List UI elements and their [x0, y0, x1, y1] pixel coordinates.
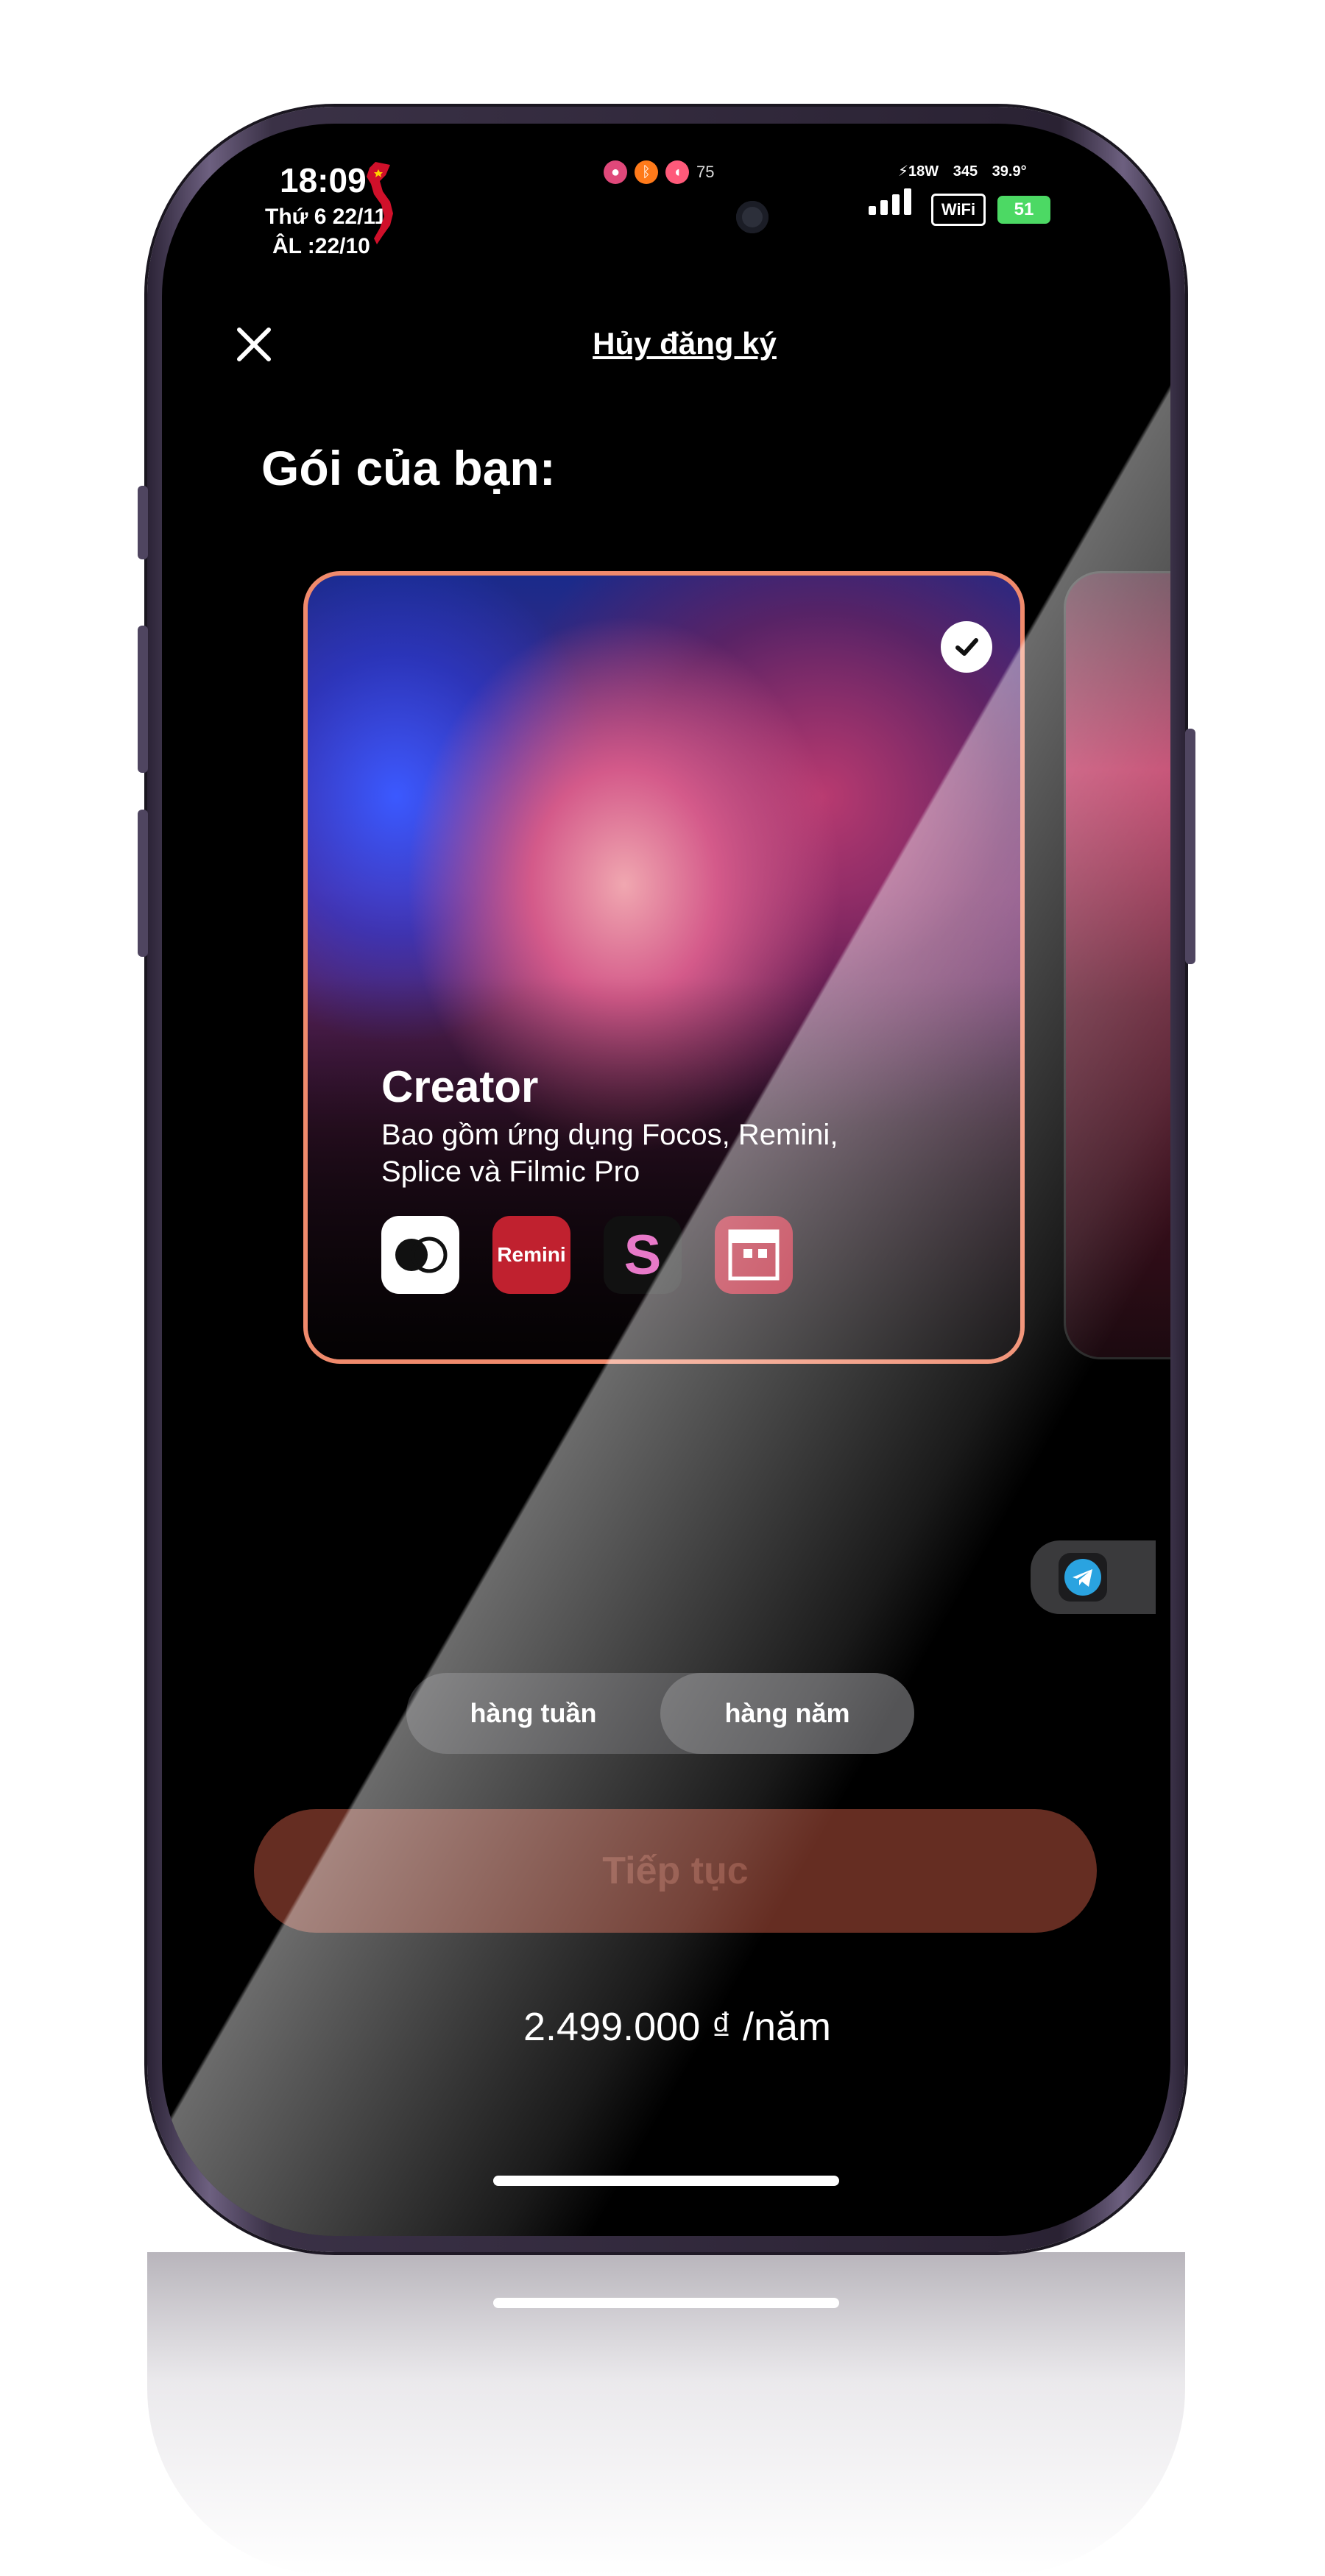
- selected-check-icon: [941, 621, 992, 673]
- screen: 18:09 Thứ 6 22/11 ÂL :22/10 ● ᛒ ◖ 75 ⚡18…: [162, 124, 1170, 2236]
- reflected-home-indicator: [493, 2298, 839, 2308]
- signal-icon: [869, 188, 911, 215]
- cancel-subscription-link[interactable]: Hủy đăng ký: [574, 326, 795, 361]
- status-lunar-date: ÂL :22/10: [272, 234, 370, 258]
- home-indicator[interactable]: [493, 2176, 839, 2186]
- mute-indicator-icon: ◖: [665, 160, 689, 184]
- battery-icon: 51: [997, 196, 1050, 224]
- lock-indicator-icon: ●: [604, 160, 627, 184]
- filmic-pro-app-icon: [715, 1216, 793, 1294]
- status-time: 18:09: [280, 161, 367, 199]
- bluetooth-indicator-icon: ᛒ: [635, 160, 658, 184]
- telegram-icon: [1059, 1553, 1107, 1602]
- telegram-button[interactable]: [1031, 1540, 1156, 1614]
- app-icon-row: Remini S: [381, 1216, 793, 1294]
- plan-description: Bao gồm ứng dụng Focos, Remini, Splice v…: [381, 1119, 838, 1188]
- volume-down-button: [138, 810, 148, 957]
- action-button: [138, 486, 148, 559]
- billing-period-toggle: hàng tuần hàng năm: [406, 1673, 914, 1754]
- continue-button[interactable]: Tiếp tục: [254, 1809, 1097, 1933]
- focos-app-icon: [381, 1216, 459, 1294]
- indicator-count: 75: [696, 163, 715, 181]
- power-button: [1185, 729, 1195, 964]
- status-extras: ⚡18W 345 39.9°: [898, 162, 1027, 180]
- data-rate: 345: [953, 163, 978, 180]
- front-camera: [736, 201, 768, 233]
- splice-app-icon: S: [604, 1216, 682, 1294]
- remini-label: Remini: [497, 1243, 566, 1266]
- price-label: 2.499.000 ₫ /năm: [523, 2005, 831, 2049]
- wifi-icon: WiFi: [931, 194, 986, 226]
- toggle-weekly[interactable]: hàng tuần: [406, 1673, 660, 1754]
- page-title: Gói của bạn:: [261, 441, 556, 495]
- toggle-yearly[interactable]: hàng năm: [660, 1673, 914, 1754]
- vietnam-map-icon: [367, 162, 393, 244]
- volume-up-button: [138, 626, 148, 773]
- charging-power: ⚡18W: [898, 163, 939, 180]
- remini-app-icon: Remini: [492, 1216, 570, 1294]
- plan-card-creator[interactable]: Creator Bao gồm ứng dụng Focos, Remini, …: [303, 571, 1025, 1364]
- temperature: 39.9°: [992, 163, 1027, 180]
- status-indicators: ● ᛒ ◖ 75: [604, 160, 714, 184]
- plan-card-next[interactable]: [1064, 571, 1170, 1359]
- plan-title: Creator: [381, 1062, 539, 1111]
- close-icon[interactable]: [232, 322, 276, 367]
- splice-label: S: [623, 1223, 662, 1287]
